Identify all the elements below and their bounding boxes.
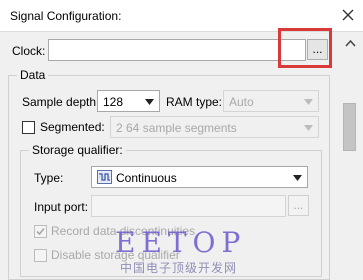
record-discontinuities-checkbox[interactable] <box>34 225 47 238</box>
highlight-box <box>278 28 332 68</box>
clock-label: Clock: <box>12 44 46 58</box>
close-icon[interactable] <box>339 6 357 24</box>
input-port-label: Input port: <box>34 200 89 214</box>
checkmark-icon <box>36 227 45 236</box>
sample-depth-select[interactable]: 128 <box>97 90 160 112</box>
type-value: Continuous <box>116 171 177 185</box>
watermark-logo: EETOP <box>115 226 247 259</box>
segments-select[interactable]: 2 64 sample segments <box>110 116 319 138</box>
scroll-up-arrow-icon[interactable] <box>345 39 356 47</box>
sample-depth-label: Sample depth: <box>22 95 100 109</box>
clock-input[interactable] <box>48 39 306 61</box>
input-port-browse-button[interactable]: ... <box>288 195 309 216</box>
sample-depth-value: 128 <box>103 95 124 109</box>
chevron-down-icon <box>145 99 154 105</box>
segmented-label: Segmented: <box>40 120 105 134</box>
ram-type-label: RAM type: <box>166 95 223 109</box>
continuous-waveform-icon <box>97 170 112 184</box>
data-group-legend: Data <box>17 68 49 82</box>
scrollbar-thumb[interactable] <box>343 103 356 151</box>
type-select[interactable]: Continuous <box>91 166 308 188</box>
segmented-checkbox[interactable] <box>22 121 35 134</box>
vertical-scrollbar[interactable] <box>338 32 363 277</box>
disable-qualifier-checkbox[interactable] <box>34 249 47 262</box>
ram-type-select[interactable]: Auto <box>223 90 319 112</box>
segments-value: 2 64 sample segments <box>116 121 237 135</box>
watermark-subtext: 中国电子顶级开发网 <box>120 261 238 275</box>
type-label: Type: <box>34 171 64 185</box>
chevron-down-icon <box>304 99 313 105</box>
ram-type-value: Auto <box>229 95 254 109</box>
chevron-down-icon <box>304 125 313 131</box>
input-port-field[interactable] <box>91 195 286 217</box>
window-title: Signal Configuration: <box>10 9 122 23</box>
input-port-browse-label: ... <box>293 198 304 212</box>
storage-qualifier-legend: Storage qualifier: <box>29 143 126 157</box>
chevron-down-icon <box>293 175 302 181</box>
